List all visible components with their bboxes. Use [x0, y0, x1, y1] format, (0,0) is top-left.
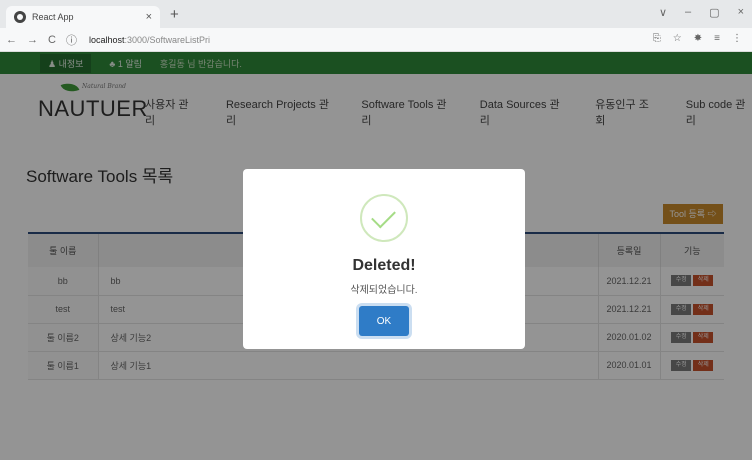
- browser-tab[interactable]: React App ×: [6, 6, 160, 28]
- bookmark-star-icon[interactable]: ☆: [673, 33, 682, 44]
- forward-icon[interactable]: →: [27, 34, 38, 46]
- extensions-icon[interactable]: ✸: [694, 33, 702, 44]
- address-bar: ← → C ⓘ localhost:3000/SoftwareListPri ⎘…: [0, 28, 752, 52]
- tab-title: React App: [32, 12, 74, 22]
- new-tab-button[interactable]: +: [170, 7, 179, 23]
- browser-tabstrip: React App × + ∨ – ▢ ×: [0, 0, 752, 28]
- tab-search-icon[interactable]: ∨: [659, 6, 667, 19]
- maximize-icon[interactable]: ▢: [709, 6, 719, 19]
- url-host: localhost: [88, 34, 125, 45]
- deleted-dialog: Deleted! 삭제되었습니다. OK: [243, 169, 525, 349]
- browser-menu-icon[interactable]: ⋮: [732, 33, 742, 44]
- react-favicon-icon: [14, 11, 26, 23]
- dialog-message: 삭제되었습니다.: [350, 285, 418, 296]
- reload-icon[interactable]: C: [48, 34, 56, 46]
- minimize-icon[interactable]: –: [685, 6, 691, 19]
- profile-icon[interactable]: ≡: [714, 33, 720, 44]
- window-controls: ∨ – ▢ ×: [659, 6, 744, 19]
- url-field[interactable]: localhost:3000/SoftwareListPri: [89, 35, 210, 45]
- address-bar-icons: ⎘ ☆ ✸ ≡ ⋮: [653, 33, 742, 44]
- url-path: :3000/SoftwareListPri: [124, 34, 211, 45]
- tab-close-icon[interactable]: ×: [146, 11, 152, 23]
- translate-icon[interactable]: ⎘: [653, 33, 661, 44]
- dialog-title: Deleted!: [352, 257, 416, 274]
- ok-button[interactable]: OK: [359, 306, 409, 336]
- site-info-icon[interactable]: ⓘ: [66, 32, 77, 48]
- close-window-icon[interactable]: ×: [738, 6, 744, 19]
- success-check-icon: [360, 194, 408, 242]
- back-icon[interactable]: ←: [6, 34, 17, 46]
